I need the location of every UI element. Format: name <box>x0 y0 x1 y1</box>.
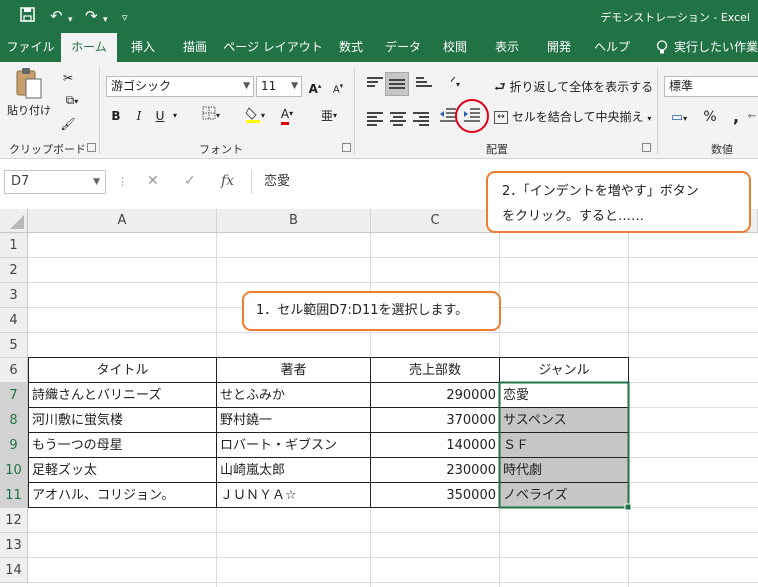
accounting-format-button[interactable]: ▭▾ <box>664 107 694 129</box>
grow-font-label: A <box>308 82 318 96</box>
callout-step2-line1: 2．「インデントを増やす」ボタン <box>502 184 699 199</box>
paste-label: 貼り付け <box>7 104 51 117</box>
percent-button[interactable]: % <box>701 107 719 127</box>
chevron-down-icon: ▼ <box>243 81 250 91</box>
font-name-value: 游ゴシック <box>111 79 172 93</box>
align-right-icon[interactable] <box>413 112 429 126</box>
align-bottom-icon[interactable] <box>416 77 432 91</box>
ribbon-tabs: ファイル ホーム 挿入 描画 ページ レイアウト 数式 データ 校閲 表示 開発… <box>0 33 758 62</box>
cut-icon[interactable]: ✂ <box>58 68 78 88</box>
title-bar: ↶ ▾ ↷ ▾ ▿ デモンストレーション - Excel <box>0 0 758 33</box>
tab-home[interactable]: ホーム <box>61 33 117 62</box>
alignment-launcher-icon[interactable] <box>642 143 651 152</box>
align-middle-button[interactable] <box>385 72 409 96</box>
wrap-text-button[interactable]: ⮐ 折り返して全体を表示する <box>494 77 653 98</box>
align-middle-icon <box>389 79 405 93</box>
wrap-text-label: 折り返して全体を表示する <box>509 80 654 94</box>
font-color-label: A <box>280 106 290 125</box>
tab-page-layout[interactable]: ページ レイアウト <box>221 33 325 62</box>
align-center-icon[interactable] <box>390 112 406 126</box>
align-left-icon[interactable] <box>367 112 383 126</box>
chevron-down-icon: ▼ <box>291 81 298 91</box>
customize-qat-icon[interactable]: ▿ <box>122 9 128 27</box>
number-format-value: 標準 <box>669 79 694 93</box>
increase-decimal-icon[interactable]: ⇽ <box>746 107 758 127</box>
tab-draw[interactable]: 描画 <box>169 33 221 62</box>
underline-dropdown-icon[interactable]: ▾ <box>170 106 180 126</box>
align-top-icon[interactable] <box>367 77 383 91</box>
tab-review[interactable]: 校閲 <box>429 33 481 62</box>
merge-center-button[interactable]: ↔ セルを結合して中央揃え ▾ <box>494 107 652 129</box>
redo-dropdown-icon[interactable]: ▾ <box>103 11 108 29</box>
separator <box>354 68 355 154</box>
tab-formulas[interactable]: 数式 <box>325 33 377 62</box>
wrap-text-icon: ⮐ <box>494 80 506 95</box>
font-size-value: 11 <box>261 79 277 93</box>
borders-icon <box>202 106 216 120</box>
clipboard-group-label: クリップボード <box>9 143 86 156</box>
clipboard-launcher-icon[interactable] <box>87 143 96 152</box>
comma-button[interactable]: , <box>728 107 744 127</box>
spreadsheet-grid: A B C D 1 2 3 4 5 6 7 8 9 10 11 12 13 14… <box>0 209 758 587</box>
separator <box>657 68 658 154</box>
bold-button[interactable]: B <box>108 106 124 126</box>
italic-button[interactable]: I <box>131 106 147 126</box>
increase-font-size-button[interactable]: A▴ <box>305 76 325 99</box>
tab-help[interactable]: ヘルプ <box>585 33 639 62</box>
alignment-group-label: 配置 <box>486 143 508 156</box>
callout-step2-line2: をクリック。すると…… <box>502 209 644 224</box>
undo-icon[interactable]: ↶ <box>50 7 63 25</box>
decrease-font-size-button[interactable]: A▾ <box>328 76 348 100</box>
fill-bucket-icon <box>245 107 260 123</box>
merge-center-label: セルを結合して中央揃え <box>511 110 644 124</box>
more-icon: ⋮ <box>117 175 128 188</box>
font-name-select[interactable]: 游ゴシック ▼ <box>106 76 254 97</box>
font-color-button[interactable]: A▾ <box>272 104 302 125</box>
callout-step2: 2．「インデントを増やす」ボタン をクリック。すると…… <box>486 171 751 233</box>
phonetic-label: 亜 <box>320 109 333 123</box>
tab-view[interactable]: 表示 <box>481 33 533 62</box>
tab-data[interactable]: データ <box>377 33 429 62</box>
tab-developer[interactable]: 開発 <box>533 33 585 62</box>
enter-icon[interactable]: ✓ <box>184 173 196 189</box>
borders-button[interactable]: ▾ <box>196 106 226 126</box>
undo-dropdown-icon[interactable]: ▾ <box>68 11 73 29</box>
name-box-value: D7 <box>11 174 30 189</box>
callout-step1: 1．セル範囲D7:D11を選択します。 <box>242 291 501 331</box>
font-launcher-icon[interactable] <box>342 143 351 152</box>
tab-file[interactable]: ファイル <box>0 33 61 62</box>
cancel-icon[interactable]: ✕ <box>147 173 159 189</box>
number-format-select[interactable]: 標準 <box>664 76 758 97</box>
font-group-label: フォント <box>199 143 243 156</box>
number-group-label: 数値 <box>711 143 733 156</box>
name-box[interactable]: D7 ▼ <box>4 170 106 194</box>
chevron-down-icon: ▼ <box>93 177 100 187</box>
callout-step1-text: 1．セル範囲D7:D11を選択します。 <box>256 303 469 318</box>
copy-icon[interactable]: ⧉▾ <box>58 90 86 112</box>
window-title: デモンストレーション - Excel <box>600 11 750 24</box>
tell-me-search[interactable]: 実行したい作業 <box>674 33 758 62</box>
phonetic-guide-button[interactable]: 亜▾ <box>314 106 344 126</box>
lightbulb-icon <box>652 33 672 62</box>
merge-center-icon: ↔ <box>494 111 508 124</box>
insert-function-button[interactable]: fx <box>221 173 234 189</box>
format-painter-icon[interactable]: 🖌 <box>58 114 78 134</box>
highlight-circle <box>455 99 489 133</box>
currency-icon: ▭ <box>670 110 684 125</box>
clipboard-paste-icon <box>16 68 42 99</box>
paste-button[interactable]: 貼り付け <box>6 66 52 126</box>
shrink-font-label: A <box>332 84 340 96</box>
tab-insert[interactable]: 挿入 <box>117 33 169 62</box>
underline-button[interactable]: U <box>152 106 168 126</box>
redo-icon[interactable]: ↷ <box>85 7 98 25</box>
fill-color-button[interactable]: ▾ <box>240 106 270 130</box>
separator <box>99 68 100 154</box>
font-size-select[interactable]: 11 ▼ <box>256 76 302 97</box>
table-borders <box>28 357 632 511</box>
chevron-down-icon: ▾ <box>647 114 652 123</box>
save-icon[interactable] <box>20 7 35 26</box>
orientation-icon[interactable]: ᐟ▾ <box>440 73 470 95</box>
ribbon: 貼り付け ✂ ⧉▾ 🖌 クリップボード 游ゴシック ▼ 11 ▼ A▴ A▾ B… <box>0 62 758 159</box>
